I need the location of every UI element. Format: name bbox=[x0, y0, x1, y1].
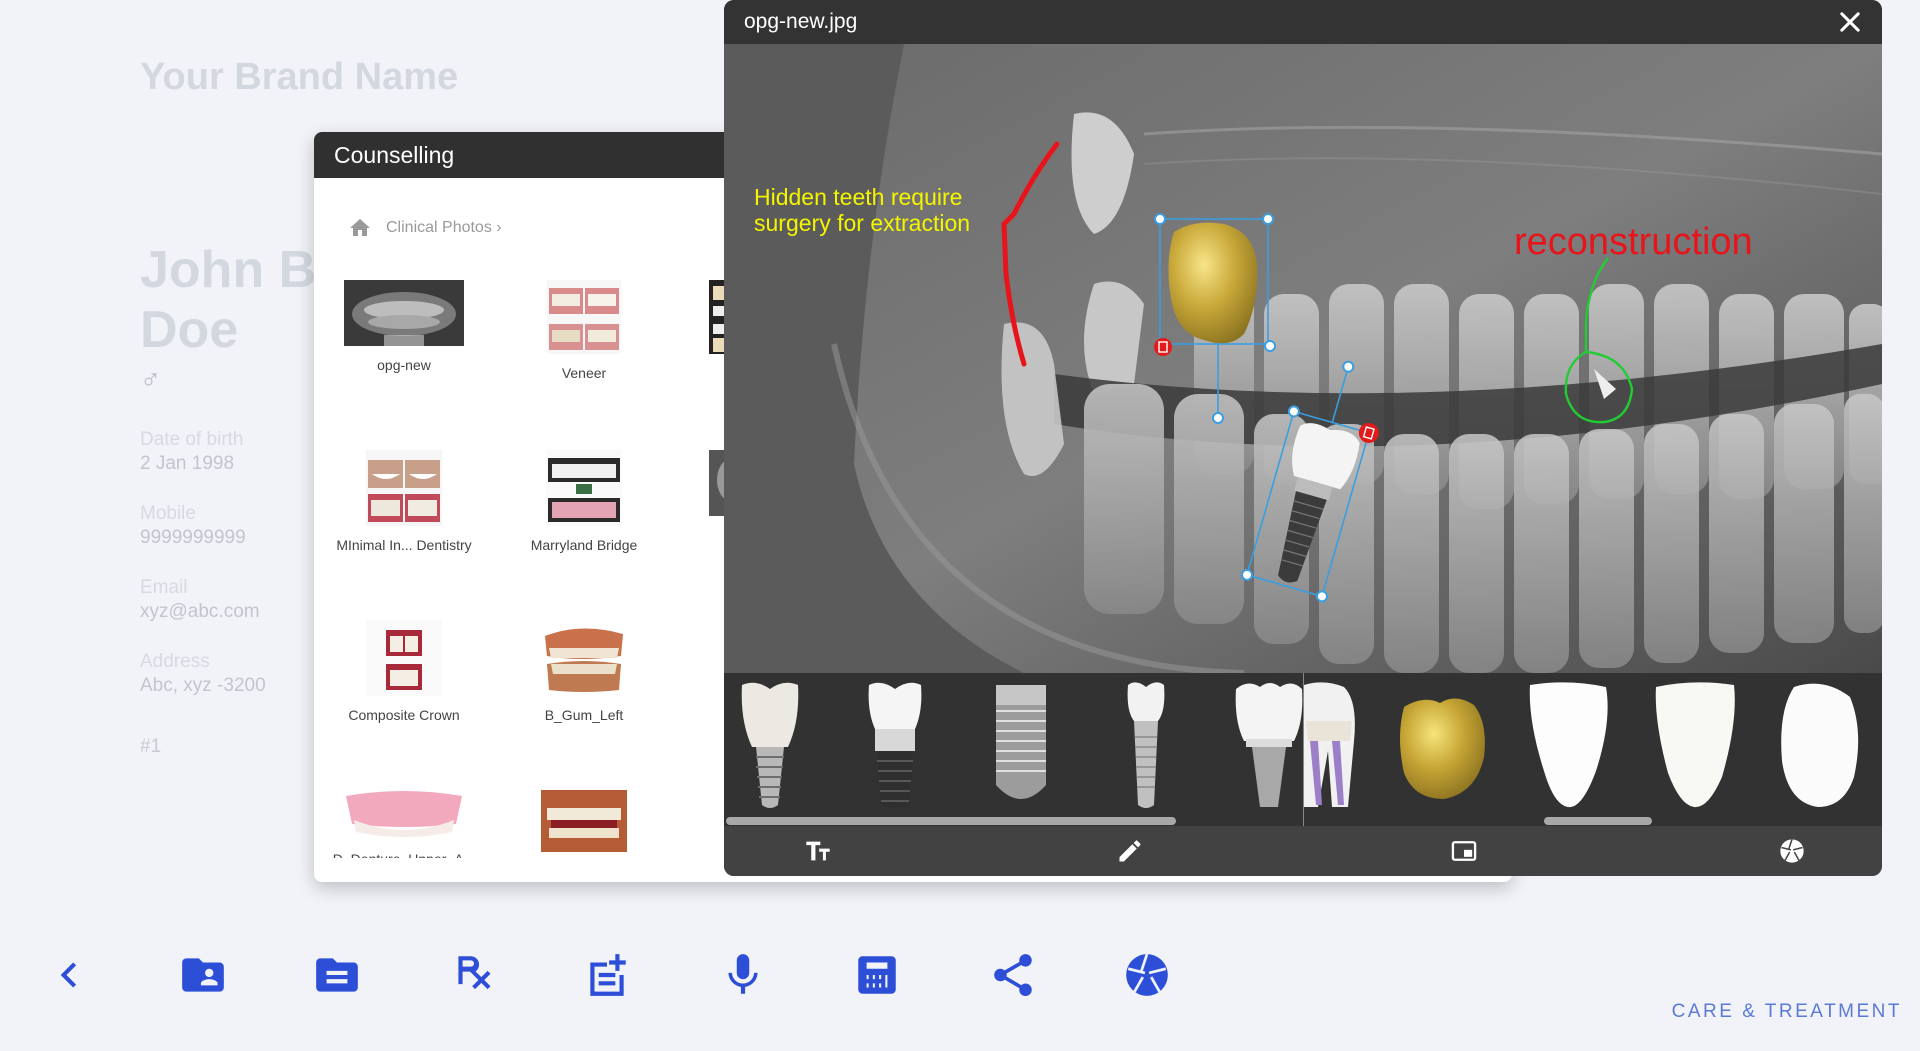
strip-scrollbar-left[interactable] bbox=[726, 817, 1176, 825]
folder-document-icon bbox=[316, 958, 358, 992]
care-treatment-label: CARE & TREATMENT bbox=[1671, 1001, 1902, 1022]
pencil-icon[interactable] bbox=[1116, 837, 1144, 865]
tile-b-gum-left[interactable]: B_Gum_Left bbox=[494, 620, 674, 724]
annotation-hidden-teeth[interactable]: Hidden teeth require surgery for extract… bbox=[754, 184, 970, 236]
address-value: Abc, xyz -3200 bbox=[140, 675, 266, 696]
implant-abutment-icon[interactable] bbox=[867, 681, 923, 811]
email-field: Email xyz@abc.com bbox=[140, 576, 310, 624]
patient-info: John B Doe ♂ Date of birth 2 Jan 1998 Mo… bbox=[140, 240, 317, 758]
record-number: #1 bbox=[140, 736, 162, 757]
mini-implant-icon[interactable] bbox=[1124, 681, 1168, 811]
veneer-icon[interactable] bbox=[1774, 681, 1864, 811]
tile-label: B_Gum_Left bbox=[544, 707, 624, 723]
calculator-button[interactable] bbox=[852, 950, 902, 1000]
brand-name: Your Brand Name bbox=[140, 56, 459, 98]
tile-marryland-bridge[interactable]: Marryland Bridge bbox=[494, 450, 674, 554]
viewer-toolbar bbox=[724, 826, 1882, 876]
delete-icon bbox=[1154, 338, 1172, 356]
tile-label: Veneer bbox=[561, 365, 607, 381]
patient-folder-button[interactable] bbox=[178, 950, 228, 1000]
camera-shutter-icon bbox=[1126, 953, 1168, 996]
patient-first-name: John B bbox=[140, 241, 317, 299]
denture-thumbnail bbox=[346, 791, 462, 837]
tile-composite-crown[interactable]: Composite Crown bbox=[314, 620, 494, 724]
composite-thumbnail bbox=[366, 620, 442, 696]
share-icon bbox=[994, 954, 1032, 997]
strip-scrollbar-right[interactable] bbox=[1544, 817, 1652, 825]
breadcrumb-clinical-photos[interactable]: Clinical Photos › bbox=[386, 219, 502, 237]
veneer-thumbnail bbox=[547, 280, 621, 354]
share-button[interactable] bbox=[988, 950, 1038, 1000]
chevron-left-icon bbox=[60, 962, 77, 988]
rx-icon bbox=[458, 956, 491, 990]
dob-field: Date of birth 2 Jan 1998 bbox=[140, 428, 310, 476]
xray-canvas[interactable]: Hidden teeth require surgery for extract… bbox=[724, 44, 1882, 673]
email-value: xyz@abc.com bbox=[140, 601, 260, 622]
capture-button[interactable] bbox=[1122, 950, 1172, 1000]
smile-thumbnail bbox=[366, 450, 442, 526]
tile-label: opg-new bbox=[377, 357, 431, 373]
veneer-icon[interactable] bbox=[1650, 681, 1740, 811]
implant-crown-icon[interactable] bbox=[738, 681, 802, 811]
bottom-navigation bbox=[0, 950, 1250, 1006]
back-button[interactable] bbox=[44, 950, 94, 1000]
address-label: Address bbox=[140, 651, 210, 672]
opg-thumbnail bbox=[344, 280, 464, 346]
camera-shutter-icon[interactable] bbox=[1778, 837, 1806, 865]
tile-label: D_Denture_Upper_A... bbox=[314, 850, 494, 858]
mobile-value: 9999999999 bbox=[140, 527, 246, 548]
viewer-title: opg-new.jpg bbox=[744, 10, 858, 33]
veneer-icon[interactable] bbox=[1524, 681, 1614, 811]
voice-button[interactable] bbox=[718, 950, 768, 1000]
mouth-thumbnail bbox=[541, 790, 627, 852]
prosthetic-strip[interactable] bbox=[724, 673, 1882, 826]
image-viewer: opg-new.jpg Hidden teeth require surgery… bbox=[724, 0, 1882, 876]
tile-label: MInimal In... Dentistry bbox=[336, 537, 472, 553]
tile-veneer[interactable]: Veneer bbox=[494, 280, 674, 382]
picture-in-picture-icon[interactable] bbox=[1450, 837, 1478, 865]
close-icon[interactable] bbox=[1836, 8, 1864, 36]
tile-minimal-invasive-dentistry[interactable]: MInimal In... Dentistry bbox=[314, 450, 494, 554]
tile-label: Composite Crown bbox=[348, 707, 460, 723]
gold-crown-icon[interactable] bbox=[1394, 693, 1490, 803]
gender-male-icon: ♂ bbox=[140, 364, 161, 395]
email-label: Email bbox=[140, 577, 188, 598]
home-icon[interactable] bbox=[348, 216, 372, 240]
dob-label: Date of birth bbox=[140, 429, 244, 450]
calculator-icon bbox=[858, 956, 896, 994]
breadcrumb: Clinical Photos › bbox=[348, 216, 502, 240]
patient-last-name: Doe bbox=[140, 301, 239, 359]
root-canal-tooth-icon[interactable] bbox=[1304, 681, 1360, 811]
viewer-header: opg-new.jpg bbox=[724, 0, 1882, 44]
dob-value: 2 Jan 1998 bbox=[140, 453, 235, 474]
folder-account-icon bbox=[182, 958, 224, 992]
tile-opg-new[interactable]: opg-new bbox=[314, 280, 494, 374]
bridge-thumbnail bbox=[546, 450, 622, 526]
tile-label: Marryland Bridge bbox=[530, 537, 638, 553]
mobile-field: Mobile 9999999999 bbox=[140, 502, 310, 550]
tile-mouth[interactable] bbox=[494, 790, 674, 852]
implant-screw-icon[interactable] bbox=[994, 681, 1048, 811]
tile-denture[interactable]: D_Denture_Upper_A... bbox=[314, 790, 494, 858]
documents-folder-button[interactable] bbox=[312, 950, 362, 1000]
add-note-button[interactable] bbox=[582, 950, 632, 1000]
prescription-button[interactable] bbox=[448, 950, 498, 1000]
text-size-icon[interactable] bbox=[804, 837, 832, 865]
gum-thumbnail bbox=[545, 628, 623, 692]
mobile-label: Mobile bbox=[140, 503, 196, 524]
address-field: Address Abc, xyz -3200 bbox=[140, 650, 310, 698]
annotation-reconstruction[interactable]: reconstruction bbox=[1514, 222, 1753, 262]
molar-implant-icon[interactable] bbox=[1234, 681, 1304, 811]
microphone-icon bbox=[728, 954, 758, 994]
xray-image bbox=[724, 44, 1882, 673]
note-add-icon bbox=[590, 954, 626, 996]
